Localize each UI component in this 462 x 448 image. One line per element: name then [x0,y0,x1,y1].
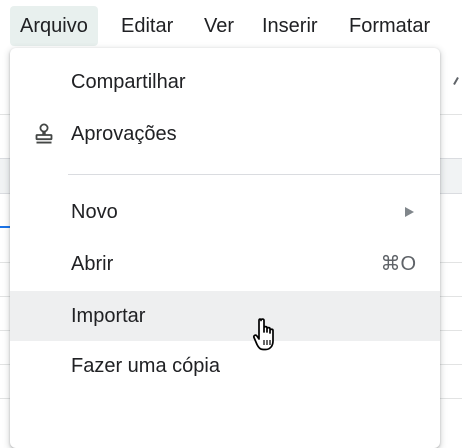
menu-item-novo[interactable]: Novo [10,187,440,237]
menu-item-importar[interactable]: Importar [10,291,440,341]
menu-item-label: Novo [71,201,118,223]
menu-ver[interactable]: Ver [194,6,244,46]
menu-item-label: Importar [71,305,146,327]
shortcut-label: ⌘O [380,253,416,275]
file-menu-dropdown: Compartilhar Aprovações Novo Abrir ⌘O Im… [10,48,440,448]
menu-arquivo[interactable]: Arquivo [10,6,98,46]
menu-item-label: Abrir [71,253,114,275]
submenu-arrow-icon [405,207,414,217]
menu-item-abrir[interactable]: Abrir ⌘O [10,239,440,289]
menu-item-label: Compartilhar [71,71,186,93]
toolbar-fragment [453,77,459,85]
selected-cell-edge [0,226,10,228]
menu-inserir[interactable]: Inserir [252,6,328,46]
menu-item-label: Fazer uma cópia [71,355,220,377]
menu-item-compartilhar[interactable]: Compartilhar [10,57,440,107]
menu-bar: Arquivo Editar Ver Inserir Formatar [0,0,462,50]
menu-formatar[interactable]: Formatar [339,6,440,46]
menu-editar[interactable]: Editar [111,6,183,46]
menu-item-label: Aprovações [71,123,177,145]
stamp-icon [32,122,56,146]
menu-item-aprovacoes[interactable]: Aprovações [10,109,440,159]
hand-pointer-icon [252,314,286,354]
menu-divider [68,174,440,175]
menu-item-fazer-copia[interactable]: Fazer uma cópia [10,341,440,391]
